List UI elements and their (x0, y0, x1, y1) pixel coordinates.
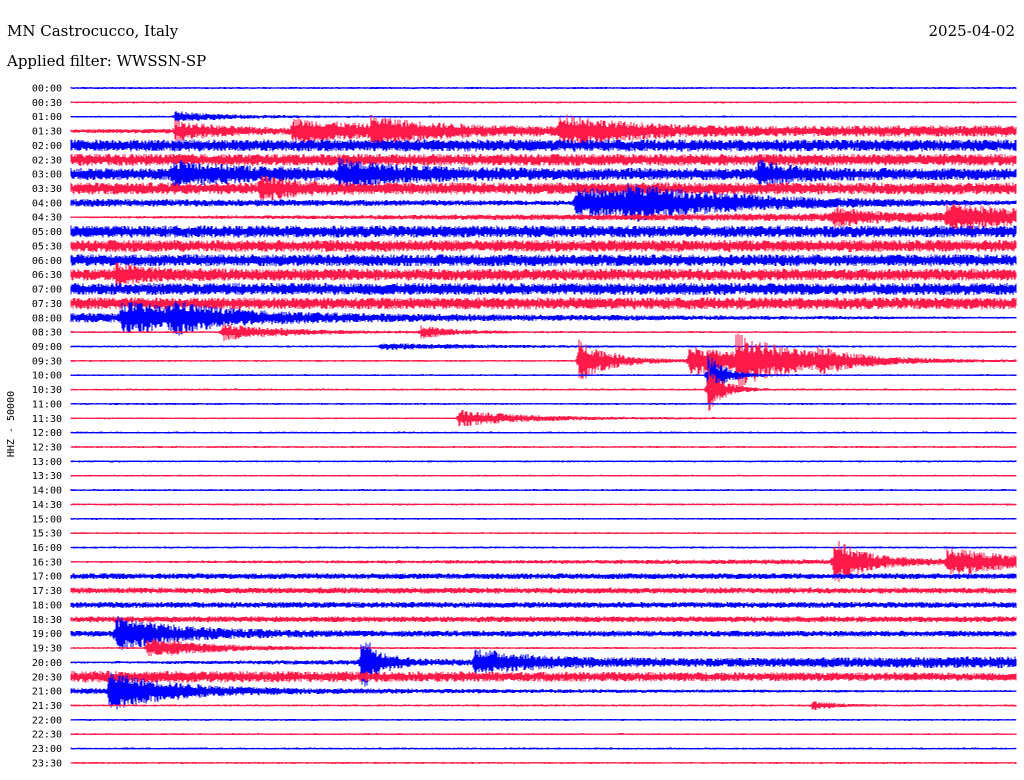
time-tick-label: 19:00 (32, 629, 62, 640)
helicorder-chart: MN Castrocucco, Italy 2025-04-02 Applied… (6, 22, 1017, 770)
time-tick-label: 12:00 (32, 428, 62, 439)
time-tick-label: 06:00 (32, 256, 62, 267)
seismic-traces (70, 87, 1017, 764)
time-tick-label: 01:30 (32, 127, 62, 138)
time-tick-label: 00:30 (32, 98, 62, 109)
time-tick-label: 09:00 (32, 342, 62, 353)
time-tick-label: 07:30 (32, 299, 62, 310)
time-tick-label: 11:30 (32, 414, 62, 425)
time-tick-label: 20:00 (32, 658, 62, 669)
time-tick-label: 20:30 (32, 672, 62, 683)
time-tick-label: 18:30 (32, 615, 62, 626)
time-tick-label: 04:30 (32, 213, 62, 224)
trace-row-0930 (70, 333, 1017, 387)
time-tick-label: 05:30 (32, 242, 62, 253)
time-tick-label: 09:30 (32, 356, 62, 367)
time-tick-label: 07:00 (32, 285, 62, 296)
time-tick-label: 18:00 (32, 601, 62, 612)
time-tick-label: 16:30 (32, 557, 62, 568)
time-tick-label: 23:30 (32, 758, 62, 769)
time-tick-label: 12:30 (32, 443, 62, 454)
time-tick-label: 10:00 (32, 371, 62, 382)
time-tick-label: 19:30 (32, 644, 62, 655)
time-tick-label: 17:30 (32, 586, 62, 597)
time-tick-label: 01:00 (32, 112, 62, 123)
time-tick-label: 13:00 (32, 457, 62, 468)
time-tick-label: 11:00 (32, 399, 62, 410)
time-tick-label: 08:30 (32, 328, 62, 339)
time-tick-label: 08:00 (32, 313, 62, 324)
trace-row-1930 (70, 638, 1017, 656)
station-title: MN Castrocucco, Italy (7, 22, 179, 40)
time-tick-label: 02:30 (32, 155, 62, 166)
time-tick-label: 21:00 (32, 687, 62, 698)
time-tick-label: 22:00 (32, 715, 62, 726)
time-tick-label: 17:00 (32, 572, 62, 583)
time-tick-label: 02:00 (32, 141, 62, 152)
filter-subtitle: Applied filter: WWSSN-SP (6, 52, 206, 70)
time-tick-label: 16:00 (32, 543, 62, 554)
time-tick-label: 00:00 (32, 84, 62, 95)
time-tick-labels: 00:00 00:30 01:00 01:30 02:00 02:30 03:00 03:30… (32, 84, 62, 770)
time-tick-label: 21:30 (32, 701, 62, 712)
time-tick-label: 14:00 (32, 486, 62, 497)
time-tick-label: 03:00 (32, 170, 62, 181)
time-tick-label: 06:30 (32, 270, 62, 281)
time-tick-label: 23:00 (32, 744, 62, 755)
time-tick-label: 05:00 (32, 227, 62, 238)
time-tick-label: 15:00 (32, 514, 62, 525)
y-axis-label: HHZ - 50000 (6, 391, 17, 457)
time-tick-label: 03:30 (32, 184, 62, 195)
time-tick-label: 04:00 (32, 198, 62, 209)
time-tick-label: 22:30 (32, 730, 62, 741)
record-date: 2025-04-02 (929, 22, 1015, 40)
time-tick-label: 15:30 (32, 529, 62, 540)
time-tick-label: 10:30 (32, 385, 62, 396)
time-tick-label: 13:30 (32, 471, 62, 482)
time-tick-label: 14:30 (32, 500, 62, 511)
